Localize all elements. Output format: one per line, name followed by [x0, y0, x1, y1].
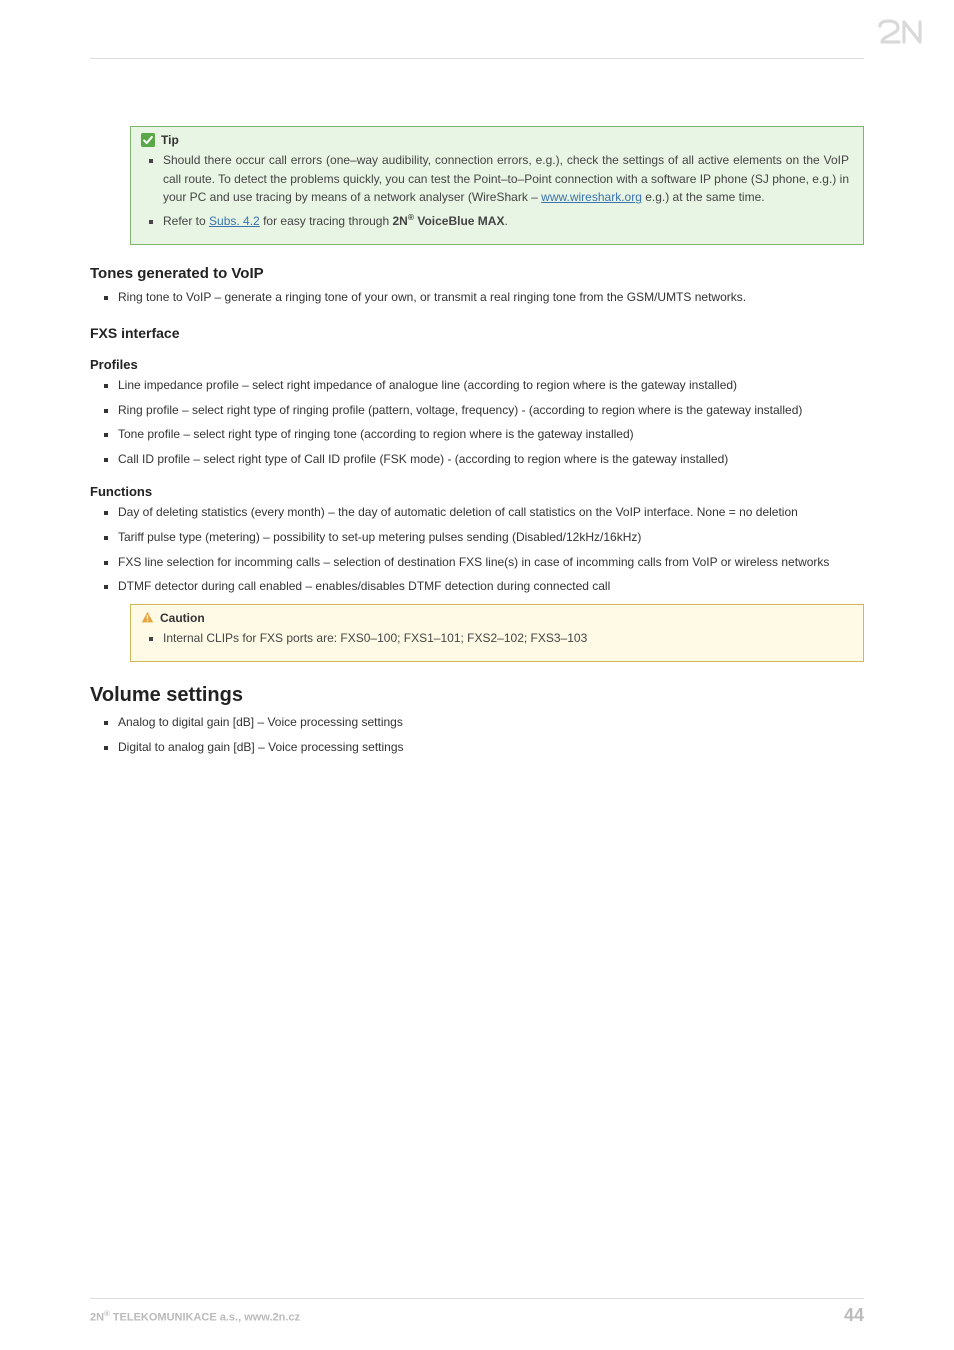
fxs-heading: FXS interface — [90, 325, 864, 341]
footer-brand: 2N — [90, 1312, 104, 1324]
tip-text-2c: . — [504, 214, 507, 228]
tip-text-2a: Refer to — [163, 214, 209, 228]
caution-body: Internal CLIPs for FXS ports are: FXS0–1… — [145, 629, 849, 648]
tip-brand: 2N — [392, 214, 407, 228]
wireshark-link[interactable]: www.wireshark.org — [541, 190, 642, 204]
caution-item: Internal CLIPs for FXS ports are: FXS0–1… — [163, 629, 849, 648]
brand-logo-icon — [876, 18, 924, 51]
volume-item: Digital to analog gain [dB] – Voice proc… — [118, 738, 864, 757]
functions-item: FXS line selection for incomming calls –… — [118, 553, 864, 572]
page-footer: 2N® TELEKOMUNIKACE a.s., www.2n.cz 44 — [90, 1298, 864, 1326]
page-content: Tip Should there occur call errors (one–… — [90, 126, 864, 757]
caution-callout: Caution Internal CLIPs for FXS ports are… — [130, 604, 864, 663]
volume-item: Analog to digital gain [dB] – Voice proc… — [118, 713, 864, 732]
tip-item-1: Should there occur call errors (one–way … — [163, 151, 849, 207]
profiles-item: Ring profile – select right type of ring… — [118, 401, 864, 420]
check-icon — [141, 133, 155, 147]
profiles-item: Tone profile – select right type of ring… — [118, 425, 864, 444]
tip-product: VoiceBlue MAX — [414, 214, 504, 228]
tip-text-2b: for easy tracing through — [260, 214, 393, 228]
tip-callout: Tip Should there occur call errors (one–… — [130, 126, 864, 245]
functions-item: Day of deleting statistics (every month)… — [118, 503, 864, 522]
functions-item: Tariff pulse type (metering) – possibili… — [118, 528, 864, 547]
profiles-item: Line impedance profile – select right im… — [118, 376, 864, 395]
caution-title-row: Caution — [141, 611, 849, 625]
tip-item-2: Refer to Subs. 4.2 for easy tracing thro… — [163, 211, 849, 231]
profiles-heading: Profiles — [90, 357, 864, 372]
tip-title-row: Tip — [141, 133, 849, 147]
footer-company: 2N® TELEKOMUNIKACE a.s., www.2n.cz — [90, 1309, 300, 1324]
footer-company-text: TELEKOMUNIKACE a.s., www.2n.cz — [110, 1312, 300, 1324]
tip-body: Should there occur call errors (one–way … — [145, 151, 849, 230]
functions-heading: Functions — [90, 484, 864, 499]
header-divider — [90, 58, 864, 59]
tip-text-1b: e.g.) at the same time. — [642, 190, 765, 204]
tones-item: Ring tone to VoIP – generate a ringing t… — [118, 288, 864, 307]
warning-icon — [141, 611, 154, 624]
volume-heading: Volume settings — [90, 684, 864, 707]
tip-title: Tip — [161, 133, 179, 147]
caution-title: Caution — [160, 611, 205, 625]
functions-item: DTMF detector during call enabled – enab… — [118, 577, 864, 596]
footer-page-number: 44 — [844, 1305, 864, 1326]
subs-link[interactable]: Subs. 4.2 — [209, 214, 260, 228]
profiles-item: Call ID profile – select right type of C… — [118, 450, 864, 469]
tones-heading: Tones generated to VoIP — [90, 265, 864, 282]
